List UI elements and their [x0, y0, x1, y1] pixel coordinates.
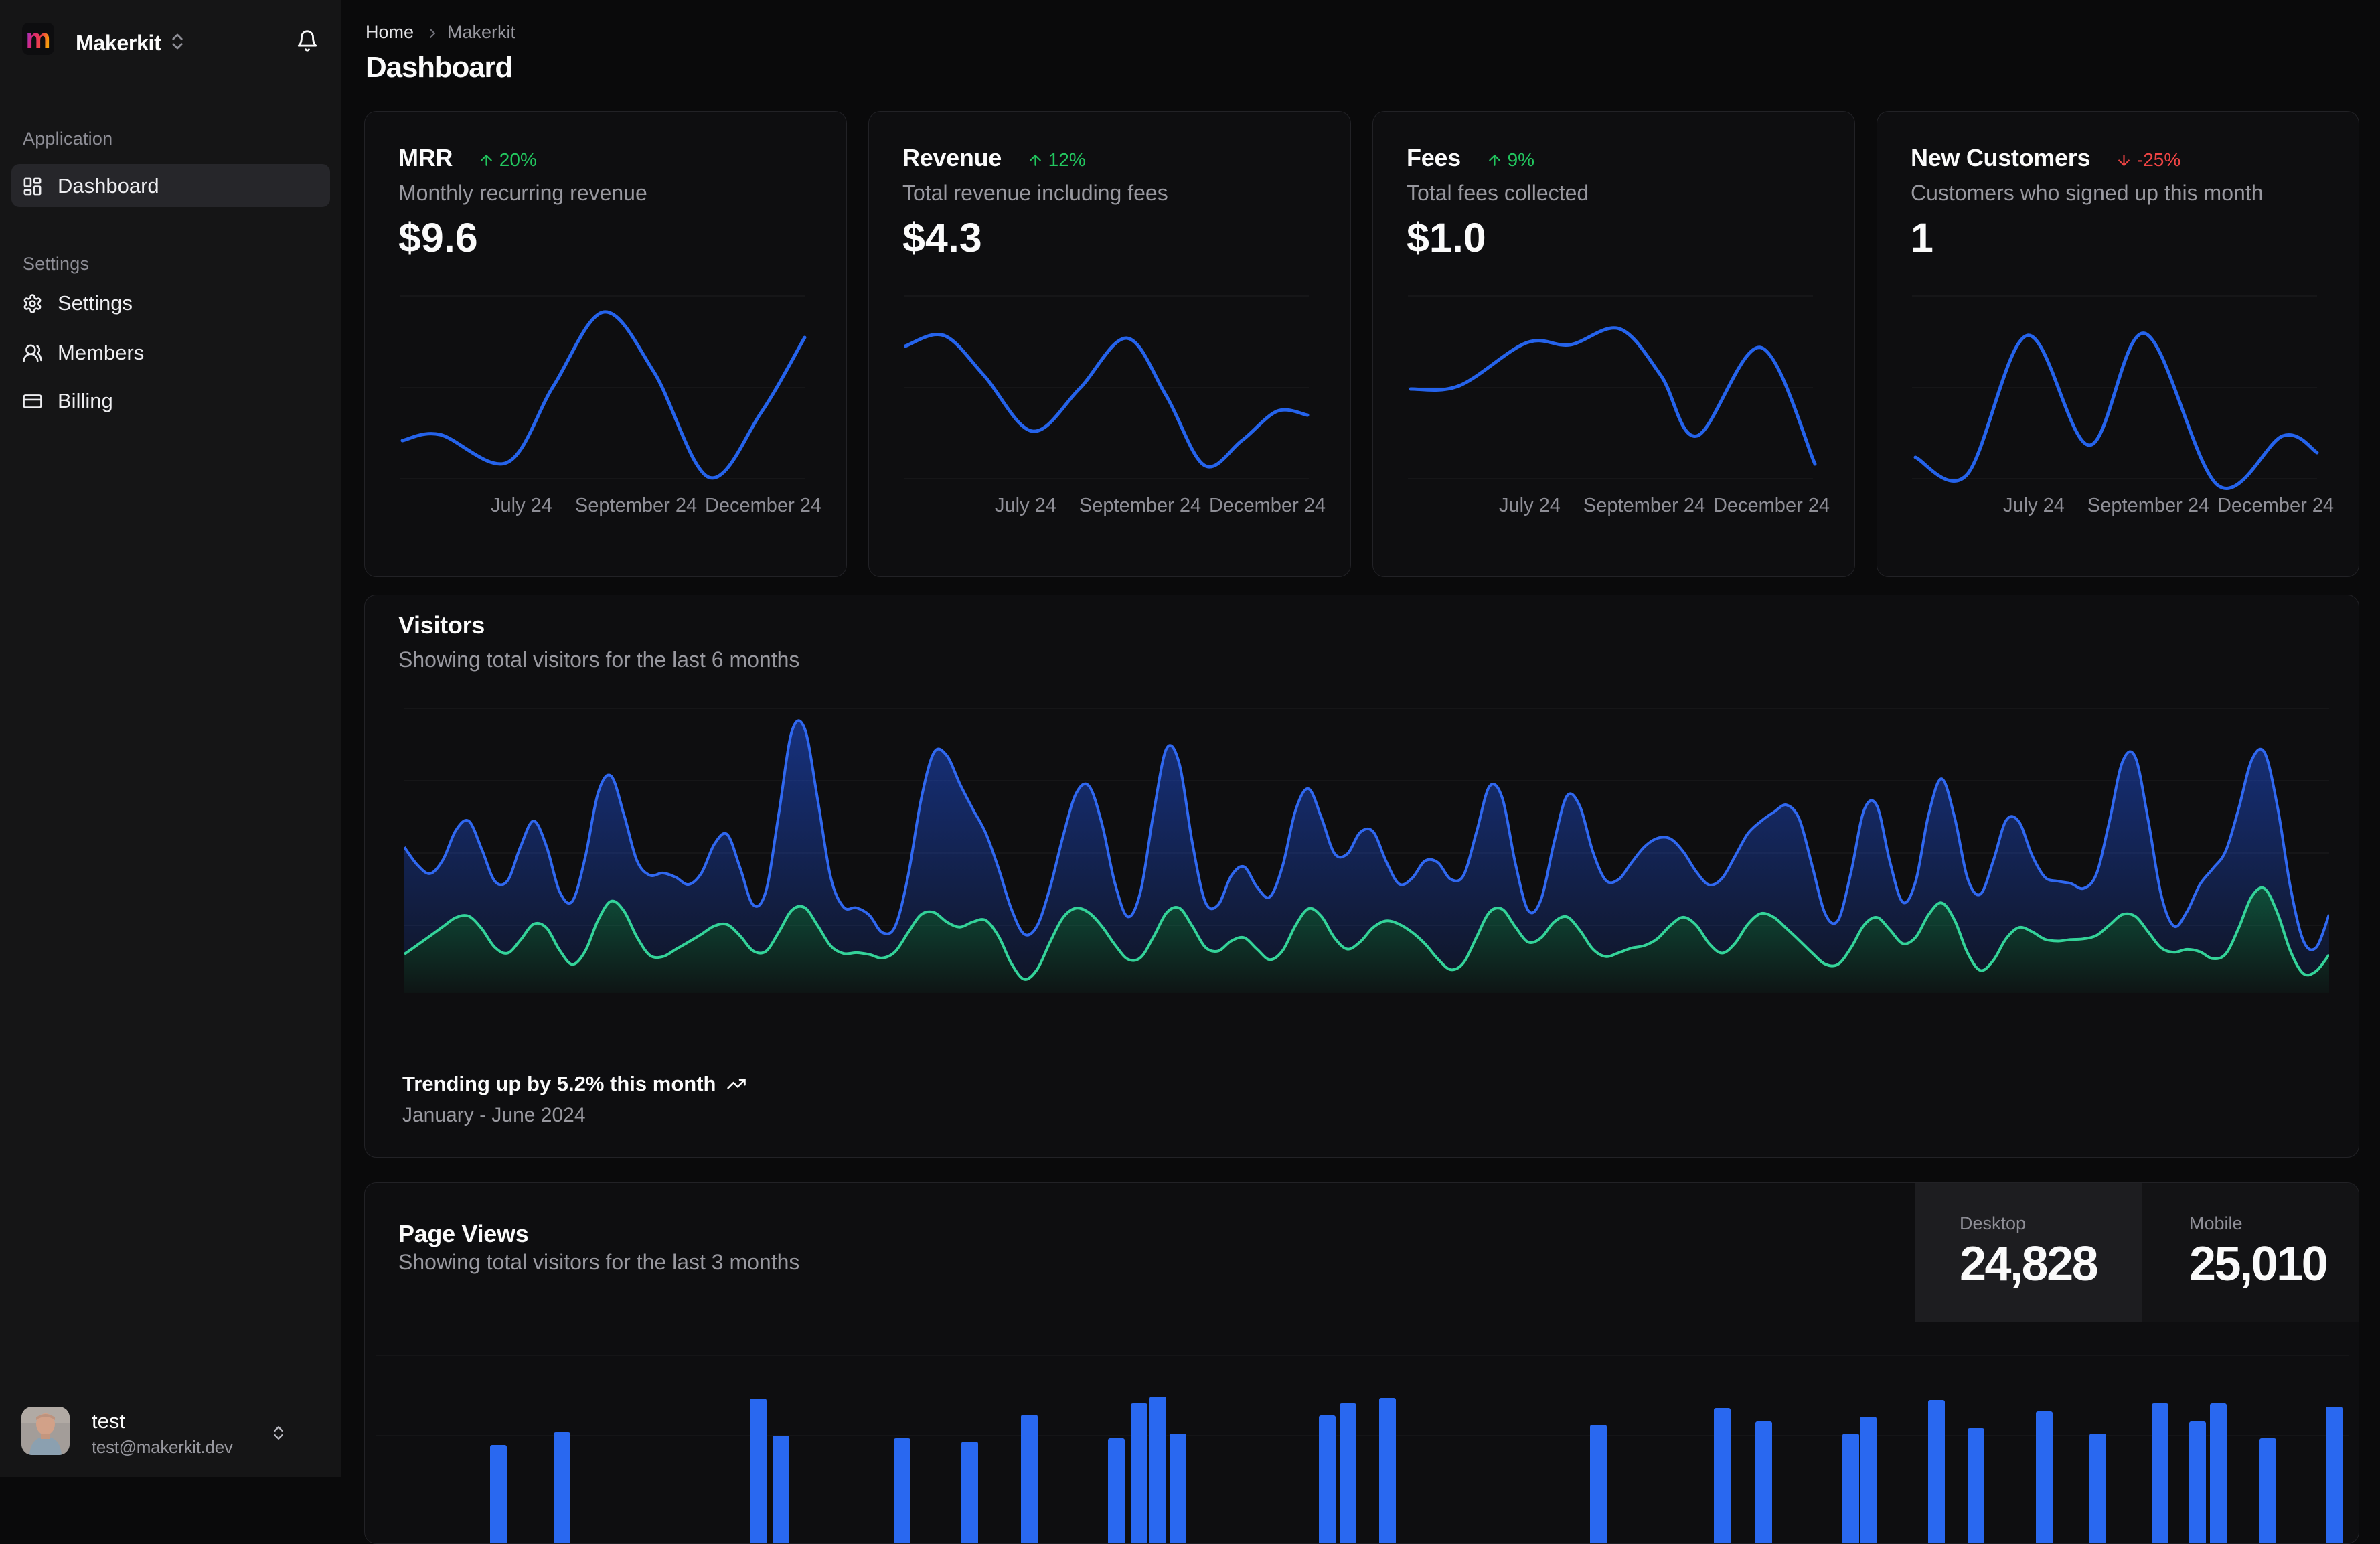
- svg-text:m: m: [25, 23, 50, 54]
